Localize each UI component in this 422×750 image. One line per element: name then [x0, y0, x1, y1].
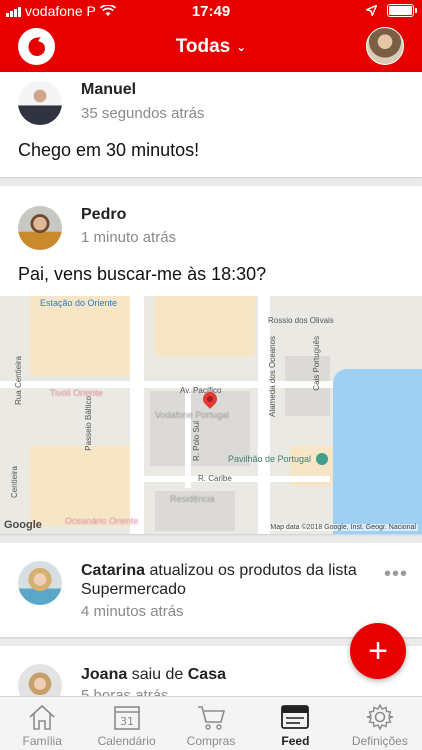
add-button[interactable]: + [350, 623, 406, 679]
battery-icon [387, 4, 417, 17]
feed-icon [281, 705, 310, 729]
feed-filter-dropdown[interactable]: Todas ⌄ [0, 36, 422, 58]
post-message: Chego em 30 minutos! [18, 140, 200, 160]
google-logo: Google [4, 519, 42, 531]
tab-label: Calendário [97, 734, 156, 748]
author-name: Catarina [81, 562, 146, 579]
avatar [18, 561, 62, 605]
more-options-icon[interactable]: ••• [384, 563, 408, 586]
feed-card-catarina[interactable]: Catarina atualizou os produtos da lista … [0, 543, 422, 637]
activity-action: saiu de [127, 666, 188, 683]
map-label-blur-2: Tivoli Oriente [50, 388, 103, 398]
activity-action: atualizou os produtos da lista [145, 562, 357, 579]
feed-card-pedro[interactable]: Pedro 1 minuto atrás Pai, vens buscar-me… [0, 186, 422, 534]
avatar [18, 81, 62, 125]
map-label-pavilhao: Pavilhão de Portugal [228, 454, 312, 464]
post-time: 1 minuto atrás [81, 229, 177, 246]
map-label-alameda: Alameda dos Oceanos [268, 336, 277, 417]
tab-familia[interactable]: Família [0, 697, 84, 750]
location-map[interactable]: Estação do Oriente Rossio dos Olivais Al… [0, 296, 422, 534]
map-label-blur-4: Oceanário Oriente [65, 516, 139, 526]
map-label-caribe: R. Caribe [198, 474, 232, 483]
author-name: Manuel [81, 81, 137, 98]
profile-avatar[interactable] [366, 27, 404, 65]
tab-definicoes[interactable]: Definições [338, 697, 422, 750]
map-label-blur-3: Residência [170, 494, 215, 504]
map-water [333, 369, 422, 534]
tab-compras[interactable]: Compras [169, 697, 253, 750]
post-time: 35 segundos atrás [81, 105, 205, 122]
map-label-rossio: Rossio dos Olivais [268, 316, 334, 325]
post-time: 4 minutos atrás [81, 603, 184, 620]
cart-icon [198, 706, 226, 730]
activity-text: Joana saiu de Casa [81, 666, 226, 684]
calendar-icon: 31 [113, 706, 140, 730]
map-label-blur-1: Vodafone Portugal [155, 410, 230, 420]
location-arrow-icon [366, 5, 377, 16]
tab-label: Feed [281, 734, 310, 748]
map-label-estacao: Estação do Oriente [40, 298, 118, 308]
map-attribution: Map data ©2018 Google, Inst. Geogr. Naci… [268, 524, 418, 531]
avatar [18, 206, 62, 250]
tab-label: Família [22, 734, 62, 748]
house-icon [29, 704, 55, 730]
app-header: vodafone P 17:49 Todas ⌄ [0, 0, 422, 72]
map-label-centieira: Rua Centieira [14, 356, 23, 405]
map-label-centieira-2: Centieira [10, 466, 19, 499]
map-label-polo-sul: R. Polo Sul [192, 421, 201, 462]
activity-text: Catarina atualizou os produtos da lista [81, 562, 357, 580]
status-bar: vodafone P 17:49 [0, 0, 422, 22]
activity-list-name: Supermercado [81, 581, 186, 598]
author-name: Pedro [81, 206, 127, 223]
tab-feed[interactable]: Feed [253, 697, 337, 750]
bottom-tab-bar: Família 31 Calendário Compras Feed Defin… [0, 696, 422, 750]
feed-card-manuel[interactable]: Manuel 35 segundos atrás Chego em 30 min… [0, 72, 422, 177]
calendar-day: 31 [120, 715, 134, 728]
activity-place: Casa [187, 666, 226, 683]
tab-calendario[interactable]: 31 Calendário [84, 697, 168, 750]
author-name: Joana [81, 666, 128, 683]
filter-label: Todas [175, 36, 231, 57]
post-message: Pai, vens buscar-me às 18:30? [18, 264, 267, 284]
gear-icon [366, 703, 393, 731]
pavilhao-poi-icon [316, 453, 328, 465]
tab-label: Compras [186, 734, 236, 748]
map-label-passeio: Passeio Báltico [84, 396, 93, 451]
map-label-cais: Cais Português [312, 336, 321, 391]
tab-label: Definições [351, 734, 408, 748]
chevron-down-icon: ⌄ [236, 40, 247, 54]
status-time: 17:49 [191, 3, 231, 20]
